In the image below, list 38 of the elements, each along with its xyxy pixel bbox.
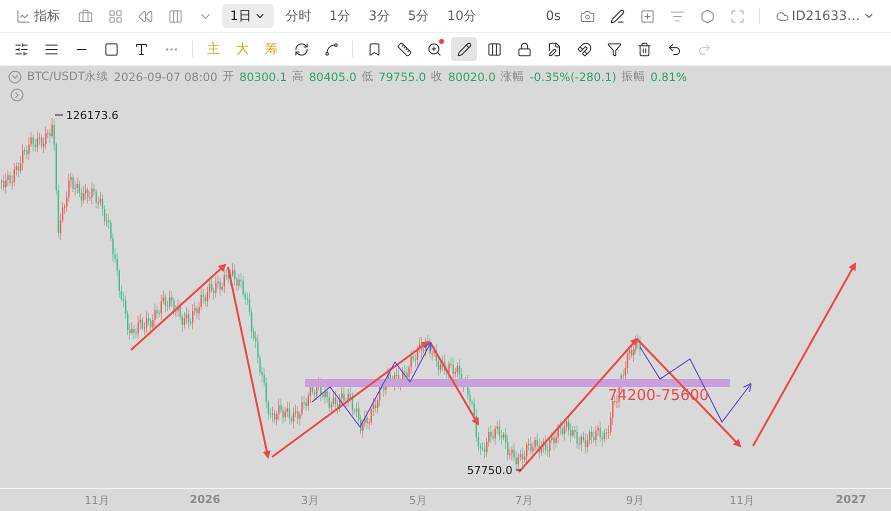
cloud-icon [776, 10, 789, 22]
interval-tab[interactable]: 1分 [322, 4, 358, 28]
axis-label: 5月 [409, 493, 427, 508]
field-value: 79755.0 [378, 70, 426, 84]
field-label: 低 [362, 69, 374, 84]
symbol-label: BTC/USDT永续 [27, 69, 109, 84]
axis-label: 11月 [730, 493, 754, 508]
field-label: 高 [292, 69, 304, 84]
field-label: 振幅 [621, 69, 646, 84]
chart-icon [16, 8, 31, 24]
low-price-label: 57750.0 [467, 464, 512, 477]
high-price-label: 126173.6 [66, 109, 118, 122]
field-value: 80300.1 [239, 70, 287, 84]
field-value: 0.81% [650, 70, 687, 84]
axis-label: 2027 [836, 493, 866, 506]
axis-label: 3月 [301, 493, 319, 508]
interval-tab[interactable]: 分时 [278, 4, 318, 28]
interval-tab[interactable]: 5分 [400, 4, 436, 28]
axis-label: 2026 [190, 493, 220, 506]
pencil-icon[interactable] [451, 37, 477, 61]
period-dropdown[interactable]: 1日 [222, 4, 274, 28]
countdown-text: 0s [546, 8, 561, 24]
interval-tab[interactable]: 3分 [362, 4, 397, 28]
interval-tab[interactable]: 10分 [440, 4, 484, 28]
field-label: 涨幅 [500, 69, 525, 84]
axis-label: 7月 [515, 493, 533, 508]
field-value: 80405.0 [308, 70, 357, 84]
account-dropdown[interactable]: ID21633… [768, 4, 883, 28]
axis-label: 9月 [626, 493, 644, 508]
zoom-icon [426, 42, 442, 56]
field-value: -0.35%(-280.1) [530, 70, 616, 84]
indicator-button[interactable]: 指标 [8, 4, 68, 28]
field-label: 收 [431, 69, 444, 84]
field-value: 80020.0 [448, 70, 496, 84]
axis-label: 11月 [84, 493, 110, 508]
field-label: 开 [222, 69, 234, 84]
time-label: 2026-09-07 08:00 [114, 70, 218, 84]
leader-line [54, 114, 64, 116]
